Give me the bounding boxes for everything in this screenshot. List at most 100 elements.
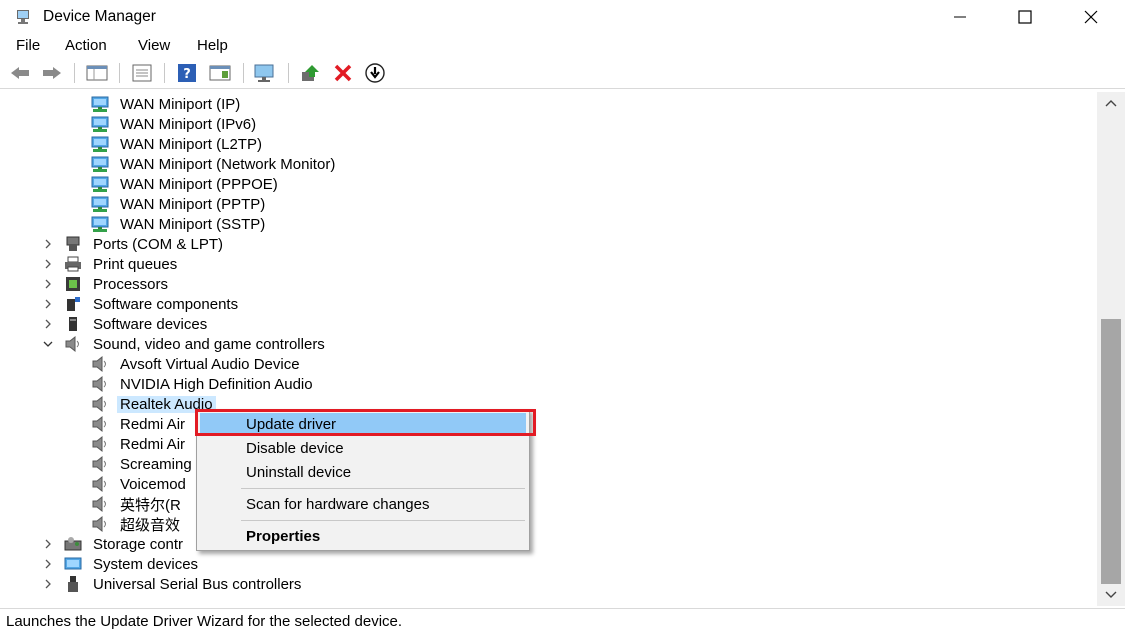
tree-item-label: WAN Miniport (IPv6)	[120, 115, 257, 133]
status-bar: Launches the Update Driver Wizard for th…	[0, 608, 1125, 634]
tree-item-label: Screaming	[120, 455, 192, 473]
tree-item-label: 超级音效	[120, 516, 181, 534]
device-manager-icon	[14, 8, 32, 26]
network-icon	[90, 195, 110, 213]
collapsed-chevron-icon[interactable]	[42, 254, 54, 274]
tree-category[interactable]: Software components	[63, 294, 241, 314]
print-icon	[63, 255, 83, 273]
tree-item-label: Software devices	[93, 315, 208, 333]
maximize-button[interactable]	[992, 0, 1058, 34]
swcomp-icon	[63, 295, 83, 313]
system-icon	[63, 555, 83, 573]
tree-item-sound-device[interactable]: 超级音效	[90, 514, 183, 534]
tree-item-sound-device[interactable]: 英特尔(R	[90, 494, 184, 514]
tree-item-label: Universal Serial Bus controllers	[93, 575, 302, 593]
sound-icon	[90, 415, 110, 433]
tree-category-sound[interactable]: Sound, video and game controllers	[63, 334, 328, 354]
context-scan-hardware[interactable]: Scan for hardware changes	[200, 493, 526, 515]
tree-item-wan-miniport[interactable]: WAN Miniport (PPTP)	[90, 194, 268, 214]
tree-item-label: WAN Miniport (L2TP)	[120, 135, 262, 153]
sound-icon	[90, 435, 110, 453]
disable-icon[interactable]	[363, 62, 387, 84]
tree-item-label: Redmi Air	[120, 415, 186, 433]
sound-icon	[63, 335, 83, 353]
show-hide-tree-icon[interactable]	[85, 62, 109, 84]
network-icon	[90, 135, 110, 153]
properties-icon[interactable]	[130, 62, 154, 84]
context-disable-device[interactable]: Disable device	[200, 437, 526, 459]
storage-icon	[63, 535, 83, 553]
collapsed-chevron-icon[interactable]	[42, 554, 54, 574]
context-update-driver[interactable]: Update driver	[200, 413, 526, 435]
update-driver-icon[interactable]	[299, 62, 323, 84]
network-icon	[90, 215, 110, 233]
tree-category[interactable]: Storage contr	[63, 534, 186, 554]
tree-category[interactable]: Ports (COM & LPT)	[63, 234, 226, 254]
menu-action[interactable]: Action	[63, 37, 109, 54]
collapsed-chevron-icon[interactable]	[42, 534, 54, 554]
collapsed-chevron-icon[interactable]	[42, 314, 54, 334]
tree-item-label: WAN Miniport (IP)	[120, 95, 241, 113]
context-separator	[241, 488, 525, 489]
sound-icon	[90, 515, 110, 533]
network-icon	[90, 95, 110, 113]
tree-item-label: WAN Miniport (Network Monitor)	[120, 155, 336, 173]
tree-item-wan-miniport[interactable]: WAN Miniport (IP)	[90, 94, 243, 114]
network-icon	[90, 115, 110, 133]
collapsed-chevron-icon[interactable]	[42, 234, 54, 254]
vertical-scrollbar[interactable]	[1097, 92, 1125, 606]
scrollbar-thumb[interactable]	[1101, 319, 1121, 584]
context-properties[interactable]: Properties	[200, 525, 526, 547]
forward-icon[interactable]	[40, 62, 64, 84]
status-text: Launches the Update Driver Wizard for th…	[6, 613, 403, 630]
expanded-chevron-icon[interactable]	[42, 334, 54, 354]
tree-item-wan-miniport[interactable]: WAN Miniport (IPv6)	[90, 114, 259, 134]
tree-item-sound-device[interactable]: NVIDIA High Definition Audio	[90, 374, 316, 394]
help-icon[interactable]: ?	[175, 62, 199, 84]
tree-item-label: Processors	[93, 275, 169, 293]
sound-icon	[90, 495, 110, 513]
tree-category[interactable]: Universal Serial Bus controllers	[63, 574, 304, 594]
collapsed-chevron-icon[interactable]	[42, 274, 54, 294]
context-menu: Update driver Disable device Uninstall d…	[196, 409, 530, 551]
tree-item-wan-miniport[interactable]: WAN Miniport (L2TP)	[90, 134, 265, 154]
back-icon[interactable]	[8, 62, 32, 84]
window-title: Device Manager	[43, 8, 156, 25]
tree-item-sound-device[interactable]: Screaming	[90, 454, 195, 474]
sound-icon	[90, 375, 110, 393]
close-button[interactable]	[1058, 0, 1124, 34]
uninstall-icon[interactable]	[331, 62, 355, 84]
scan-hardware-icon[interactable]	[253, 62, 277, 84]
tree-category[interactable]: Software devices	[63, 314, 210, 334]
tree-item-label: WAN Miniport (PPPOE)	[120, 175, 278, 193]
tree-item-wan-miniport[interactable]: WAN Miniport (Network Monitor)	[90, 154, 338, 174]
device-tree[interactable]: WAN Miniport (IP) WAN Miniport (IPv6) WAN …	[4, 92, 1097, 606]
tree-item-sound-device[interactable]: Redmi Air	[90, 434, 188, 454]
tree-item-sound-device[interactable]: Redmi Air	[90, 414, 188, 434]
collapsed-chevron-icon[interactable]	[42, 574, 54, 594]
tree-item-sound-device[interactable]: Avsoft Virtual Audio Device	[90, 354, 303, 374]
minimize-button[interactable]	[927, 0, 993, 34]
tree-item-label: Sound, video and game controllers	[93, 335, 325, 353]
scroll-up-arrow-icon[interactable]	[1097, 92, 1125, 114]
tree-item-wan-miniport[interactable]: WAN Miniport (PPPOE)	[90, 174, 281, 194]
tree-item-label: Software components	[93, 295, 239, 313]
cpu-icon	[63, 275, 83, 293]
tree-item-label: WAN Miniport (PPTP)	[120, 195, 266, 213]
context-uninstall-device[interactable]: Uninstall device	[200, 461, 526, 483]
tree-item-wan-miniport[interactable]: WAN Miniport (SSTP)	[90, 214, 268, 234]
menu-help[interactable]: Help	[195, 37, 230, 54]
scroll-down-arrow-icon[interactable]	[1097, 584, 1125, 606]
tree-category[interactable]: Processors	[63, 274, 171, 294]
action-pane-icon[interactable]	[208, 62, 232, 84]
collapsed-chevron-icon[interactable]	[42, 294, 54, 314]
tree-item-label: NVIDIA High Definition Audio	[120, 375, 313, 393]
tree-category[interactable]: Print queues	[63, 254, 180, 274]
svg-text:?: ?	[183, 67, 191, 82]
menu-view[interactable]: View	[136, 37, 172, 54]
toolbar: ?	[0, 58, 1125, 89]
network-icon	[90, 155, 110, 173]
tree-category[interactable]: System devices	[63, 554, 201, 574]
tree-item-sound-device[interactable]: Voicemod	[90, 474, 189, 494]
menu-file[interactable]: File	[14, 37, 42, 54]
